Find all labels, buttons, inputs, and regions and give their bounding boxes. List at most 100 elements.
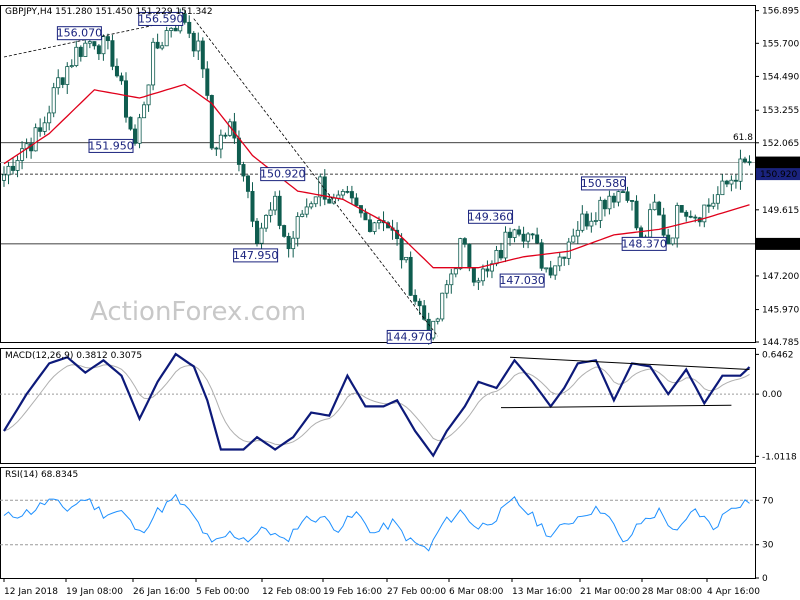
candle-body [657,201,662,216]
candle-body [480,268,485,282]
candle-body [602,199,607,210]
candle-body [729,179,734,185]
candle-body [241,164,246,177]
candle-body [575,229,580,237]
candle-body [679,205,684,213]
candle-body [42,122,47,132]
candle-body [349,191,354,199]
x-axis-tick-label: 19 Feb 16:00 [323,587,382,597]
x-axis-tick-label: 27 Feb 00:00 [387,587,446,597]
candle-body [200,40,205,70]
rsi-y-tick-label: 70 [762,496,774,506]
candle-body [571,235,576,243]
candle-body [589,220,594,227]
annotation-label: 150.920 [260,168,306,181]
candle-body [670,237,675,245]
candle-body [539,242,544,269]
candle-body [449,273,454,286]
candle-body [142,104,147,119]
candle-body [616,191,621,203]
price-y-tick-label: 153.255 [762,106,799,116]
price-trendline [193,18,439,337]
forex-chart: ActionForex.com 156.895 155.700 154.490 153.… [0,0,800,600]
candle-body [584,213,589,227]
candle-body [74,46,79,66]
candle-body [630,200,635,202]
candle-body [512,229,517,238]
candle-body [137,117,142,144]
price-y-tick-label: 155.700 [762,39,799,49]
candle-body [733,179,738,182]
candle-body [684,211,689,217]
macd-y-tick-label: -1.0118 [762,452,797,462]
candle-body [232,121,237,139]
candle-body [661,214,666,236]
annotation-label: 148.370 [621,237,667,250]
candle-body [508,231,513,238]
candle-body [250,190,255,222]
price-y-tick-label: 156.895 [762,7,799,17]
x-axis-tick-label: 12 Jan 2018 [4,587,58,597]
chart-canvas: ActionForex.com 156.895 155.700 154.490 153.… [0,5,800,597]
candle-body [187,21,192,34]
candle-body [747,161,752,164]
x-axis-tick-label: 4 Apr 16:00 [707,587,760,597]
candle-body [214,147,219,150]
candle-body [313,196,318,205]
watermark-text: ActionForex.com [90,297,306,327]
candle-body [521,233,526,242]
x-axis-tick-label: 6 Mar 08:00 [449,587,504,597]
candle-body [327,198,332,204]
candle-body [83,42,88,57]
candle-body [309,203,314,208]
candle-body [304,206,309,215]
macd-y-tick-label: 0.00 [762,390,782,400]
candle-body [440,292,445,320]
candle-body [169,27,174,31]
candle-body [205,68,210,96]
price-y-tick-label: 145.970 [762,306,799,316]
candle-body [625,191,630,201]
price-y-tick-label: 154.490 [762,72,799,82]
candle-body [151,41,156,86]
candle-body [96,45,101,55]
candle-body [78,46,83,57]
x-axis-tick-label: 5 Feb 00:00 [196,587,250,597]
candle-body [376,220,381,224]
candle-body [435,318,440,322]
candle-body [236,137,241,165]
candle-body [105,36,110,42]
macd-y-tick-label: 0.6462 [762,350,794,360]
candle-body [688,215,693,218]
candle-body [413,294,418,302]
candle-body [164,30,169,47]
candle-body [706,204,711,207]
candle-body [417,300,422,307]
candle-body [286,235,291,250]
annotation-label: 156.070 [57,27,103,40]
candle-body [87,41,92,44]
candle-body [133,128,138,144]
candle-body [562,256,567,259]
candle-body [652,201,657,211]
candle-body [318,176,323,198]
price-tag-label: 151.342 [760,159,797,169]
candle-body [295,216,300,239]
candle-body [557,256,562,267]
candle-body [354,197,359,206]
candle-body [476,280,481,283]
candle-body [47,112,52,124]
candle-body [6,165,11,176]
annotation-label: 147.030 [499,274,545,287]
candle-body [715,194,720,204]
candle-body [620,191,625,194]
candle-body [742,158,747,163]
x-axis-tick-label: 19 Jan 08:00 [66,587,123,597]
price-y-tick-label: 144.785 [762,338,799,348]
candle-body [282,225,287,237]
candle-body [548,267,553,276]
candle-body [453,268,458,275]
candle-body [300,213,305,217]
candle-body [535,234,540,244]
candle-body [553,265,558,276]
